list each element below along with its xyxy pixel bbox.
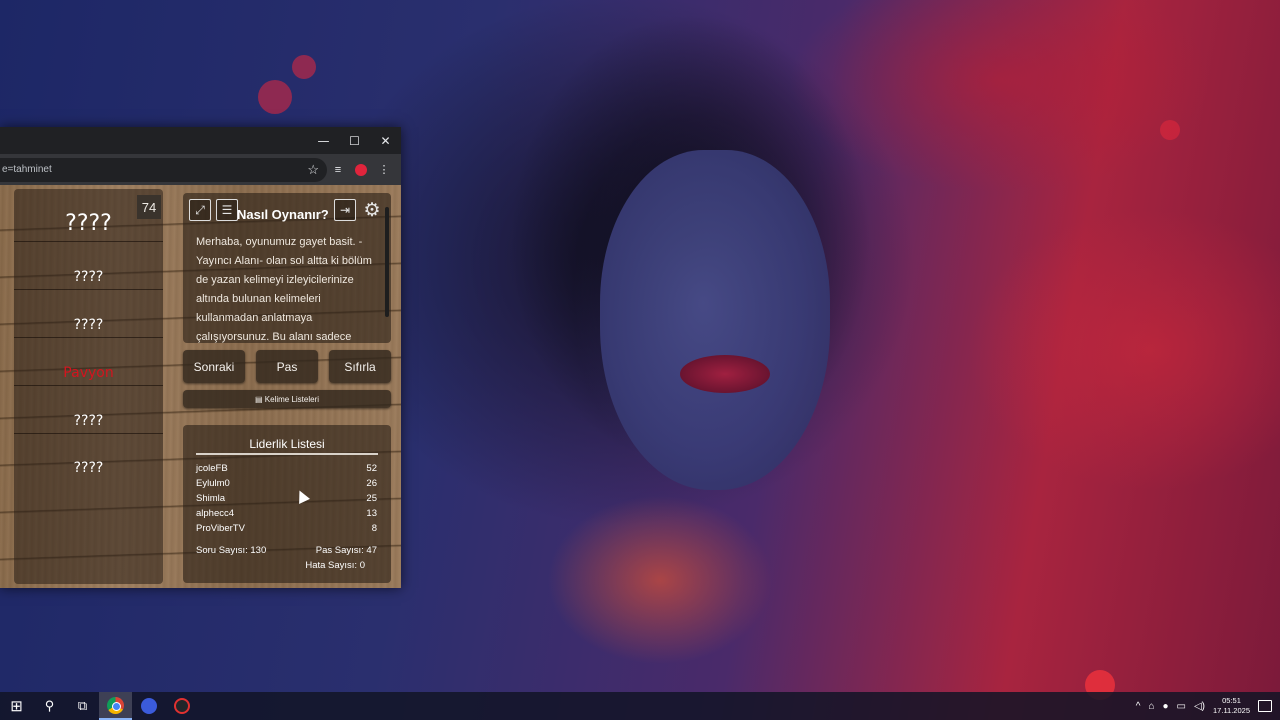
media-controls-icon[interactable]: ≡	[327, 164, 349, 176]
player-score: 25	[366, 493, 377, 504]
question-count: Soru Sayısı: 130	[196, 545, 267, 556]
forbidden-word: ????	[73, 413, 104, 429]
app-icon-2	[173, 698, 190, 714]
forbidden-word: ????	[73, 317, 104, 333]
divider	[14, 433, 163, 434]
fullscreen-icon[interactable]: ⤢	[189, 199, 211, 221]
chrome-icon	[107, 696, 124, 714]
task-view-icon[interactable]: ⧉	[66, 692, 99, 720]
close-button[interactable]: ✕	[370, 127, 401, 154]
player-name: Shimla	[196, 493, 226, 504]
menu-kebab-icon[interactable]: ⋮	[373, 163, 395, 176]
how-to-panel: ⤢ ☰ Nasıl Oynanır? ⇥ ⚙ Merhaba, oyunumuz…	[183, 193, 391, 343]
network-icon[interactable]: ⌂	[1148, 701, 1154, 712]
clock-date: 17.11.2025	[1213, 706, 1250, 715]
wallpaper-bokeh	[292, 55, 316, 79]
volume-icon[interactable]: ◁)	[1194, 701, 1205, 712]
notification-icon[interactable]	[1258, 700, 1272, 712]
browser-window: — ☐ ✕ e=tahminet ☆ ≡ ⋮ 74 ???? ???? ????…	[0, 127, 401, 588]
chrome-taskbar-button[interactable]	[99, 692, 132, 720]
forbidden-word: Pavyon	[63, 365, 114, 381]
player-name: Eylulm0	[196, 478, 230, 489]
player-name: ProViberTV	[196, 523, 245, 534]
minimize-button[interactable]: —	[308, 127, 339, 154]
address-bar[interactable]: e=tahminet ☆	[0, 157, 327, 182]
document-icon[interactable]: ☰	[216, 199, 238, 221]
app-taskbar-button-2[interactable]	[165, 692, 198, 720]
microphone-icon[interactable]: ●	[1162, 701, 1168, 712]
display-icon[interactable]: ▭	[1177, 701, 1186, 712]
leaderboard-title: Liderlik Listesi	[249, 437, 325, 451]
pass-button[interactable]: Pas	[256, 350, 318, 383]
address-text: e=tahminet	[2, 164, 52, 175]
browser-titlebar: — ☐ ✕	[0, 127, 401, 154]
gear-icon[interactable]: ⚙	[361, 199, 383, 221]
player-score: 52	[366, 463, 377, 474]
player-score: 8	[371, 523, 377, 534]
taskbar: ⊞ ⚲ ⧉ ^ ⌂ ● ▭ ◁) 05:51 17.11.2025	[0, 692, 1280, 720]
divider	[14, 385, 163, 386]
error-count: Hata Sayısı: 0	[305, 560, 365, 571]
leaderboard-divider	[196, 453, 378, 455]
exit-icon[interactable]: ⇥	[334, 199, 356, 221]
app-taskbar-button[interactable]	[132, 692, 165, 720]
panel-left-icons: ⤢ ☰	[189, 199, 238, 221]
chevron-up-icon[interactable]: ^	[1136, 701, 1141, 712]
player-name: alphecc4	[196, 508, 235, 519]
player-score: 13	[366, 508, 377, 519]
clock-time: 05:51	[1222, 696, 1241, 705]
leaderboard-row: Eylulm0 26	[196, 478, 377, 489]
wallpaper-bokeh	[1160, 120, 1180, 140]
clock[interactable]: 05:51 17.11.2025	[1213, 696, 1250, 716]
divider	[14, 337, 163, 338]
start-button[interactable]: ⊞	[0, 692, 33, 720]
how-to-scrollbar[interactable]	[385, 207, 389, 317]
forbidden-word: ????	[73, 269, 104, 285]
forbidden-word: ????	[73, 460, 104, 476]
leaderboard-row: ProViberTV 8	[196, 523, 377, 534]
next-button[interactable]: Sonraki	[183, 350, 245, 383]
how-to-title: Nasıl Oynanır?	[237, 207, 329, 222]
target-word: ????	[65, 211, 112, 236]
maximize-button[interactable]: ☐	[339, 127, 370, 154]
list-icon: ▤	[254, 394, 265, 404]
search-icon[interactable]: ⚲	[33, 692, 66, 720]
wallpaper-face	[600, 150, 830, 490]
bookmark-star-icon[interactable]: ☆	[307, 162, 319, 178]
panel-right-icons: ⇥ ⚙	[334, 199, 383, 221]
browser-toolbar: e=tahminet ☆ ≡ ⋮	[0, 154, 401, 185]
profile-avatar[interactable]	[355, 163, 367, 176]
divider	[14, 289, 163, 290]
system-tray: ^ ⌂ ● ▭ ◁) 05:51 17.11.2025	[1136, 696, 1280, 716]
leaderboard-row: alphecc4 13	[196, 508, 377, 519]
player-score: 26	[366, 478, 377, 489]
word-lists-label: Kelime Listeleri	[264, 394, 320, 404]
leaderboard-panel: Liderlik Listesi jcoleFB 52 Eylulm0 26 S…	[183, 425, 391, 583]
how-to-text: Merhaba, oyunumuz gayet basit. -Yayıncı …	[196, 236, 372, 343]
leaderboard-row: jcoleFB 52	[196, 463, 377, 474]
leaderboard-row: Shimla 25	[196, 493, 377, 504]
wallpaper-bokeh	[258, 80, 292, 114]
divider	[14, 241, 163, 242]
game-page: 74 ???? ???? ???? Pavyon ???? ???? ⤢ ☰ N…	[0, 185, 401, 588]
word-lists-button[interactable]: ▤ Kelime Listeleri	[183, 390, 391, 408]
reset-button[interactable]: Sıfırla	[329, 350, 391, 383]
wallpaper-lips	[680, 355, 770, 393]
player-name: jcoleFB	[196, 463, 228, 474]
app-icon	[140, 698, 157, 714]
pass-count: Pas Sayısı: 47	[315, 545, 377, 556]
word-panel: 74 ???? ???? ???? Pavyon ???? ????	[14, 189, 163, 584]
